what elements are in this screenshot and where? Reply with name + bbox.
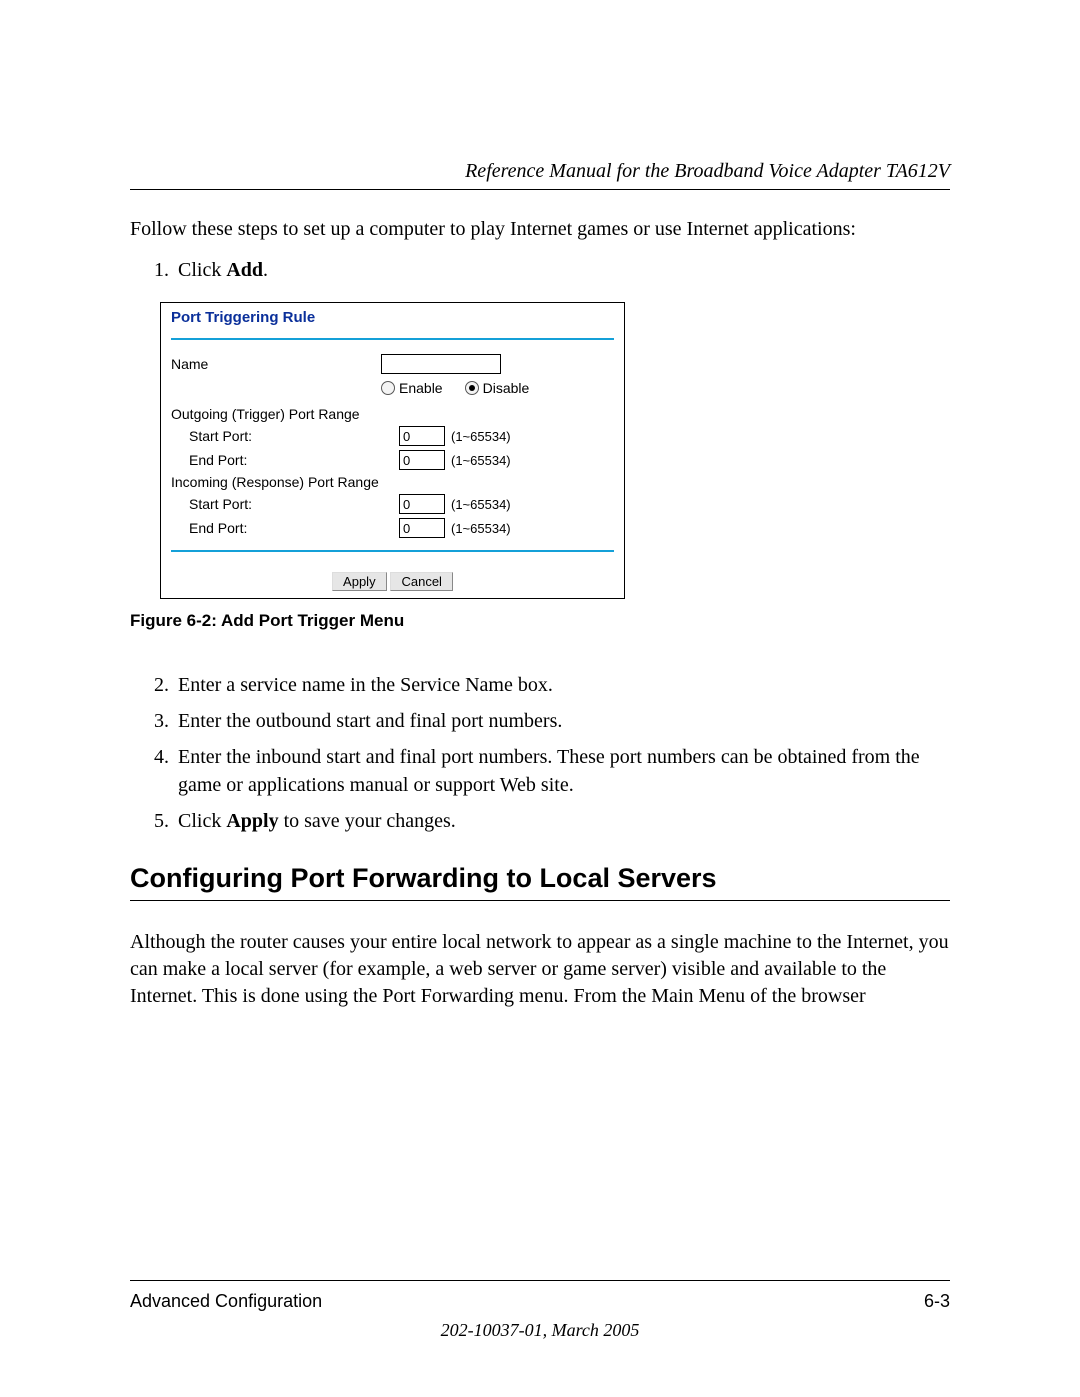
footer-page-number: 6-3 [924, 1291, 950, 1312]
step-2: Enter a service name in the Service Name… [174, 671, 950, 699]
apply-button[interactable]: Apply [332, 572, 387, 591]
enable-radio[interactable]: Enable [381, 380, 443, 396]
steps-list-2: Enter a service name in the Service Name… [130, 671, 950, 835]
intro-text: Follow these steps to set up a computer … [130, 216, 950, 243]
header-rule [130, 189, 950, 190]
page-footer: Advanced Configuration 6-3 202-10037-01,… [130, 1280, 950, 1341]
in-start-port-input[interactable] [399, 494, 445, 514]
out-start-port-input[interactable] [399, 426, 445, 446]
in-end-port-hint: (1~65534) [451, 521, 511, 536]
figure-caption: Figure 6-2: Add Port Trigger Menu [130, 611, 950, 631]
section-heading: Configuring Port Forwarding to Local Ser… [130, 863, 950, 894]
panel-title: Port Triggering Rule [161, 303, 624, 338]
cancel-button[interactable]: Cancel [390, 572, 452, 591]
step-3: Enter the outbound start and final port … [174, 707, 950, 735]
disable-radio-label: Disable [483, 380, 530, 396]
name-label: Name [171, 356, 381, 372]
section-rule [130, 900, 950, 901]
out-start-port-hint: (1~65534) [451, 429, 511, 444]
out-end-port-hint: (1~65534) [451, 453, 511, 468]
steps-list-1: Click Add. [130, 257, 950, 284]
step-5-post: to save your changes. [279, 810, 456, 832]
enable-radio-label: Enable [399, 380, 443, 396]
step-5-bold: Apply [226, 810, 278, 832]
step-4: Enter the inbound start and final port n… [174, 743, 950, 799]
section-body: Although the router causes your entire l… [130, 929, 950, 1010]
in-start-port-label: Start Port: [171, 496, 399, 512]
out-end-port-label: End Port: [171, 452, 399, 468]
port-triggering-rule-panel: Port Triggering Rule Name Enable Disable [160, 302, 625, 599]
step-1-pre: Click [178, 259, 226, 281]
name-input[interactable] [381, 354, 501, 374]
panel-separator-mid [171, 550, 614, 552]
radio-on-icon [465, 381, 479, 395]
doc-header-title: Reference Manual for the Broadband Voice… [130, 160, 950, 183]
out-start-port-label: Start Port: [171, 428, 399, 444]
footer-rule [130, 1280, 950, 1281]
step-1: Click Add. [174, 257, 950, 284]
in-end-port-label: End Port: [171, 520, 399, 536]
step-1-post: . [263, 259, 268, 281]
outgoing-section-label: Outgoing (Trigger) Port Range [171, 406, 381, 422]
in-end-port-input[interactable] [399, 518, 445, 538]
footer-left: Advanced Configuration [130, 1291, 322, 1312]
panel-separator-top [171, 338, 614, 340]
out-end-port-input[interactable] [399, 450, 445, 470]
radio-off-icon [381, 381, 395, 395]
step-1-bold: Add [226, 259, 263, 281]
step-5-pre: Click [178, 810, 226, 832]
step-5: Click Apply to save your changes. [174, 807, 950, 835]
incoming-section-label: Incoming (Response) Port Range [171, 474, 381, 490]
disable-radio[interactable]: Disable [465, 380, 530, 396]
in-start-port-hint: (1~65534) [451, 497, 511, 512]
footer-publication: 202-10037-01, March 2005 [130, 1320, 950, 1341]
